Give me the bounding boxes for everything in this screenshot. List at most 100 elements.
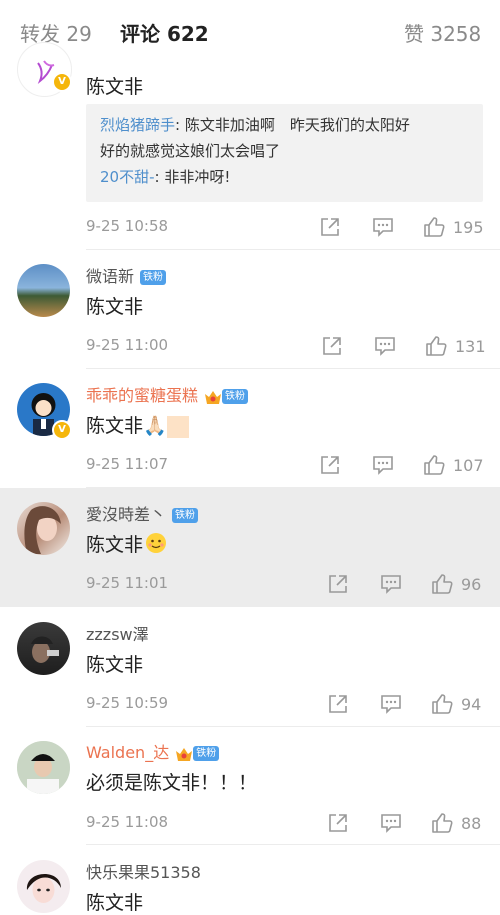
like-button[interactable]: 107 xyxy=(423,454,484,476)
comment-icon xyxy=(381,575,401,594)
fan-badge: 铁粉 xyxy=(140,270,167,285)
comment-text: 陈文非 xyxy=(86,892,144,914)
smiling-emoji-icon xyxy=(145,532,167,559)
thumbs-up-icon xyxy=(426,336,447,356)
reply-text: : 陈文非加油啊 昨天我们的太阳好 xyxy=(175,116,410,134)
comment-author[interactable]: zzzsw澤 xyxy=(86,621,149,645)
comment-list: V 陈文非 烈焰猪蹄手: 陈文非加油啊 昨天我们的太阳好 好的就感觉这娘们太会唱… xyxy=(0,42,500,915)
share-icon xyxy=(329,695,347,713)
comment-item[interactable]: V 乖乖的蜜糖蛋糕 铁粉 陈文非🙏🏻 9-25 11:07 107 xyxy=(0,369,500,488)
share-icon xyxy=(321,218,339,236)
like-button[interactable]: 195 xyxy=(423,216,484,238)
reply-button[interactable] xyxy=(380,573,402,595)
avatar[interactable] xyxy=(17,741,70,794)
author-name: 愛沒時差丶 xyxy=(86,505,167,524)
share-icon xyxy=(329,575,347,593)
reply-line: 20不甜-: 非非冲呀! xyxy=(100,164,471,190)
like-button[interactable]: 88 xyxy=(431,812,481,834)
comment-meta: 9-25 10:58 195 xyxy=(86,217,500,239)
comment-author[interactable]: 快乐果果51358 xyxy=(86,859,201,883)
reply-author[interactable]: 烈焰猪蹄手 xyxy=(100,116,175,134)
comment-text: 必须是陈文非！！！ xyxy=(86,772,258,794)
tab-like[interactable]: 赞 3258 xyxy=(404,18,481,47)
avatar[interactable] xyxy=(17,622,70,675)
comment-icon xyxy=(381,814,401,833)
author-name: zzzsw澤 xyxy=(86,625,149,644)
comment-item[interactable]: Walden_达 铁粉 必须是陈文非！！！ 9-25 11:08 88 xyxy=(0,727,500,845)
comment-author[interactable]: 微语新 铁粉 xyxy=(86,263,167,287)
comment-meta: 9-25 11:01 96 xyxy=(86,574,500,596)
comment-item[interactable]: 愛沒時差丶 铁粉 陈文非 9-25 11:01 96 xyxy=(0,488,500,607)
comment-time: 9-25 11:08 xyxy=(86,813,169,831)
share-icon xyxy=(321,456,339,474)
comment-tabs: 转发 29 评论 622 赞 3258 xyxy=(0,0,500,63)
reply-button[interactable] xyxy=(372,454,394,476)
comment-icon xyxy=(373,456,393,475)
repost-button[interactable] xyxy=(319,216,341,238)
tab-comment-count: 622 xyxy=(166,22,209,46)
repost-button[interactable] xyxy=(321,335,343,357)
comment-icon xyxy=(373,218,393,237)
comment-time: 9-25 11:01 xyxy=(86,574,169,592)
tab-repost[interactable]: 转发 29 xyxy=(20,18,92,47)
comment-text-content: 陈文非🙏🏻 xyxy=(86,415,167,437)
verified-icon: V xyxy=(52,72,72,92)
author-name: 快乐果果51358 xyxy=(86,863,201,882)
comment-meta: 9-25 10:59 94 xyxy=(86,694,500,716)
tab-like-label: 赞 xyxy=(404,22,424,46)
tab-comment-label: 评论 xyxy=(120,22,160,46)
comment-author[interactable]: Walden_达 铁粉 xyxy=(86,739,220,763)
like-button[interactable]: 94 xyxy=(431,693,481,715)
comment-time: 9-25 11:07 xyxy=(86,455,169,473)
comment-author[interactable]: 乖乖的蜜糖蛋糕 铁粉 xyxy=(86,382,249,406)
like-button[interactable]: 131 xyxy=(425,335,486,357)
comment-icon xyxy=(381,695,401,714)
comment-time: 9-25 11:00 xyxy=(86,336,169,354)
comment-meta: 9-25 11:00 131 xyxy=(86,336,500,358)
reply-button[interactable] xyxy=(374,335,396,357)
skin-tone-swatch xyxy=(166,415,189,438)
comment-author[interactable]: 愛沒時差丶 铁粉 xyxy=(86,501,199,525)
repost-button[interactable] xyxy=(327,573,349,595)
like-count: 88 xyxy=(461,813,482,833)
reply-text: 好的就感觉这娘们太会唱了 xyxy=(100,142,281,160)
comment-text: 陈文非 xyxy=(86,530,167,559)
reply-author[interactable]: 20不甜- xyxy=(100,168,155,186)
comment-item[interactable]: zzzsw澤 陈文非 9-25 10:59 94 xyxy=(0,607,500,727)
reply-button[interactable] xyxy=(380,812,402,834)
share-icon xyxy=(329,814,347,832)
crown-icon xyxy=(175,746,193,762)
comment-text: 陈文非 xyxy=(86,296,144,318)
comment-item[interactable]: 快乐果果51358 陈文非 xyxy=(0,845,500,915)
reply-button[interactable] xyxy=(380,693,402,715)
thumbs-up-icon xyxy=(432,574,453,594)
reply-quote[interactable]: 烈焰猪蹄手: 陈文非加油啊 昨天我们的太阳好 好的就感觉这娘们太会唱了 20不甜… xyxy=(86,104,483,202)
like-count: 94 xyxy=(461,694,482,714)
like-count: 107 xyxy=(453,455,484,475)
tab-like-count: 3258 xyxy=(430,22,482,46)
fan-badge: 铁粉 xyxy=(172,508,199,523)
comment-text: 陈文非🙏🏻 xyxy=(86,411,189,438)
comment-icon xyxy=(375,337,395,356)
fan-badge: 铁粉 xyxy=(193,746,220,761)
avatar[interactable] xyxy=(17,860,70,913)
thumbs-up-icon xyxy=(424,455,445,475)
comment-item[interactable]: 微语新 铁粉 陈文非 9-25 11:00 131 xyxy=(0,250,500,369)
verified-icon: V xyxy=(52,420,72,440)
repost-button[interactable] xyxy=(319,454,341,476)
like-count: 195 xyxy=(453,217,484,237)
tab-comment[interactable]: 评论 622 xyxy=(120,18,209,47)
like-count: 96 xyxy=(461,574,482,594)
avatar[interactable] xyxy=(17,264,70,317)
reply-button[interactable] xyxy=(372,216,394,238)
repost-button[interactable] xyxy=(327,693,349,715)
author-name: 乖乖的蜜糖蛋糕 xyxy=(86,386,199,405)
comment-item[interactable]: V 陈文非 烈焰猪蹄手: 陈文非加油啊 昨天我们的太阳好 好的就感觉这娘们太会唱… xyxy=(0,42,500,250)
avatar[interactable] xyxy=(17,502,70,555)
author-name: Walden_达 xyxy=(86,743,170,762)
reply-line: 好的就感觉这娘们太会唱了 xyxy=(100,138,471,164)
comment-meta: 9-25 11:08 88 xyxy=(86,813,500,835)
author-name: 微语新 xyxy=(86,267,135,286)
repost-button[interactable] xyxy=(327,812,349,834)
like-button[interactable]: 96 xyxy=(431,573,481,595)
